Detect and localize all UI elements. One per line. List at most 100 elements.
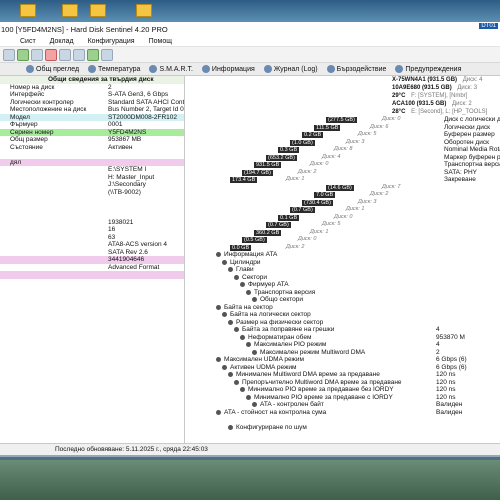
disk-row[interactable]: ACA100 (931.5 GB) Диск: 2: [186, 100, 500, 108]
info-row[interactable]: Сектори: [186, 274, 500, 282]
info-row[interactable]: Байта за поправяне на грешки 4: [186, 326, 500, 334]
info-row[interactable]: Байта на логически сектор: [186, 311, 500, 319]
table-row[interactable]: Модел ST2000DM008-2FR102: [0, 113, 184, 121]
partition-row[interactable]: (0.7 GB) Диск: 5: [186, 221, 500, 229]
table-row[interactable]: [0, 196, 184, 204]
info-row[interactable]: ATA - стойност на контролна сума Валиден: [186, 409, 500, 417]
table-row[interactable]: 16: [0, 226, 184, 234]
menu-item[interactable]: Сист: [20, 38, 36, 45]
info-row[interactable]: Минимално PIO време за предаване без IOR…: [186, 386, 500, 394]
tab-info[interactable]: Информация: [201, 65, 255, 73]
info-row[interactable]: Минимален Multiword DMA време за предава…: [186, 371, 500, 379]
table-row[interactable]: [0, 204, 184, 212]
tab-overview[interactable]: Общ преглед: [26, 65, 79, 73]
table-row[interactable]: Интерфейс S-ATA Gen3, 6 Gbps: [0, 91, 184, 99]
info-row[interactable]: Максимален PIO режим 4: [186, 341, 500, 349]
title-bar[interactable]: 100 [Y5FD4M2NS] - Hard Disk Sentinel 4.2…: [0, 22, 500, 36]
tab-log[interactable]: Журнал (Log): [263, 65, 318, 73]
help-icon[interactable]: [73, 48, 85, 61]
folder-icon[interactable]: [136, 4, 152, 17]
table-row[interactable]: H: Master_Input: [0, 174, 184, 182]
table-row[interactable]: Състояние Активен: [0, 144, 184, 152]
info-row[interactable]: Общо сектори: [186, 296, 500, 304]
partition-row[interactable]: 173.4 GB Диск: 1 Закреване: [186, 176, 500, 184]
table-row[interactable]: J:\Secondary: [0, 181, 184, 189]
print-icon[interactable]: [101, 48, 113, 61]
table-row[interactable]: Логически контролер Standard SATA AHCI Co…: [0, 99, 184, 107]
partition-row[interactable]: (277.5 GB) Диск: 0 Диск с логически дял: [186, 116, 500, 124]
table-row[interactable]: Advanced Format: [0, 264, 184, 272]
tab-performance[interactable]: Бързодействие: [326, 65, 386, 73]
settings-icon[interactable]: [59, 48, 71, 61]
tab-alerts[interactable]: Предупреждения: [395, 65, 461, 73]
partition-row[interactable]: (0.5 GB) Диск: 0: [186, 236, 500, 244]
folder-icon[interactable]: [62, 4, 78, 17]
table-row[interactable]: 3441904646: [0, 256, 184, 264]
info-row[interactable]: Цилиндри: [186, 259, 500, 267]
disk-row[interactable]: X-75WN4A1 (931.5 GB) Диск: 4: [186, 76, 500, 84]
partition-row[interactable]: 0.2 GB Диск: 5 Буферен размер: [186, 131, 500, 139]
partition-row[interactable]: (1.0 GB) Диск: 3 Оборотен диск: [186, 139, 500, 147]
disk-row[interactable]: 10A9E680 (931.5 GB) Диск: 3: [186, 84, 500, 92]
refresh-icon[interactable]: [17, 48, 29, 61]
partition-row[interactable]: (730.4 GB) Диск: 3: [186, 199, 500, 207]
table-row[interactable]: [0, 211, 184, 219]
partition-row[interactable]: (14.6 GB) Диск: 7: [186, 184, 500, 192]
report-icon[interactable]: [31, 48, 43, 61]
info-icon: [234, 274, 239, 280]
partition-row[interactable]: 0.0 GB Диск: 2: [186, 244, 500, 252]
table-row[interactable]: ATA8-ACS version 4: [0, 241, 184, 249]
table-row[interactable]: [0, 151, 184, 159]
partition-row[interactable]: (0.7 GB) Диск: 1: [186, 206, 500, 214]
table-row[interactable]: 63: [0, 234, 184, 242]
table-row[interactable]: Номер на диск 2: [0, 84, 184, 92]
menu-item[interactable]: Помощ: [149, 38, 172, 45]
disk-row[interactable]: 28°C E: [Second], L: [HP_TOOLS]: [186, 108, 500, 116]
partition-row[interactable]: 111.5 GB Диск: 6 Логически диск: [186, 124, 500, 132]
partition-row[interactable]: 7.0 GB Диск: 2: [186, 191, 500, 199]
info-row[interactable]: Активен UDMA режим 6 Gbps (6): [186, 364, 500, 372]
info-row[interactable]: Байта на сектор: [186, 304, 500, 312]
tab-smart[interactable]: S.M.A.R.T.: [149, 65, 193, 73]
table-row[interactable]: E:\SYSTEM I: [0, 166, 184, 174]
table-row[interactable]: 1938021: [0, 219, 184, 227]
info-row[interactable]: Транспортна версия: [186, 289, 500, 297]
table-row[interactable]: Фърмуер 0001: [0, 121, 184, 129]
table-row[interactable]: SATA Rev 2.6: [0, 249, 184, 257]
alert-icon[interactable]: [45, 48, 57, 61]
info-row[interactable]: Конфигуриране по шум: [186, 424, 500, 432]
table-row[interactable]: Местоположение на диск Bus Number 2, Targ…: [0, 106, 184, 114]
info-row[interactable]: [186, 416, 500, 424]
info-row[interactable]: Неформатиран обем 953870 M: [186, 334, 500, 342]
info-row[interactable]: Максимален UDMA режим 6 Gbps (6): [186, 356, 500, 364]
info-row[interactable]: ATA - контролен байт Валиден: [186, 401, 500, 409]
menu-item[interactable]: Конфигурация: [88, 38, 135, 45]
test-icon[interactable]: [87, 48, 99, 61]
folder-icon[interactable]: [20, 4, 36, 17]
table-row[interactable]: дял: [0, 158, 184, 166]
info-label: Глави: [236, 266, 254, 273]
partition-row[interactable]: 931.5 GB Диск: 0 Транспортна версия: [186, 161, 500, 169]
tab-temperature[interactable]: Температура: [88, 65, 140, 73]
table-row[interactable]: [0, 271, 184, 279]
info-row[interactable]: Глави: [186, 266, 500, 274]
info-row[interactable]: Информация ATA: [186, 251, 500, 259]
folder-icon[interactable]: [90, 4, 106, 17]
table-row[interactable]: (\\TB-9002): [0, 189, 184, 197]
info-row[interactable]: Максимален режим Multiword DMA 2: [186, 349, 500, 357]
partition-row[interactable]: 360.2 GB Диск: 1: [186, 229, 500, 237]
partition-row[interactable]: 0.3 GB Диск: 8 Nominal Media Rotation: [186, 146, 500, 154]
menu-item[interactable]: Доклад: [50, 38, 74, 45]
partition-row[interactable]: 0.1 GB Диск: 0: [186, 214, 500, 222]
info-row[interactable]: Препоръчително Multiword DMA време за пр…: [186, 379, 500, 387]
disk-row[interactable]: 29°C F: [SYSTEM], [Nmbr]: [186, 92, 500, 100]
disk-icon[interactable]: [3, 48, 15, 61]
info-row[interactable]: Размер на физически сектор: [186, 319, 500, 327]
partition-row[interactable]: (653.2 GB) Диск: 4 Маркер буферен ред: [186, 154, 500, 162]
table-row[interactable]: Сериен номер Y5FD4M2NS: [0, 128, 184, 136]
table-row[interactable]: Общ размер 953867 MB: [0, 136, 184, 144]
info-row[interactable]: Минимално PIO време за предаване с IORDY…: [186, 394, 500, 402]
partition-row[interactable]: (194.7 GB) Диск: 2 SATA: PHY: [186, 169, 500, 177]
table-row[interactable]: Общи сведения за твърдия диск: [0, 76, 184, 84]
info-row[interactable]: Фирмуер ATA: [186, 281, 500, 289]
